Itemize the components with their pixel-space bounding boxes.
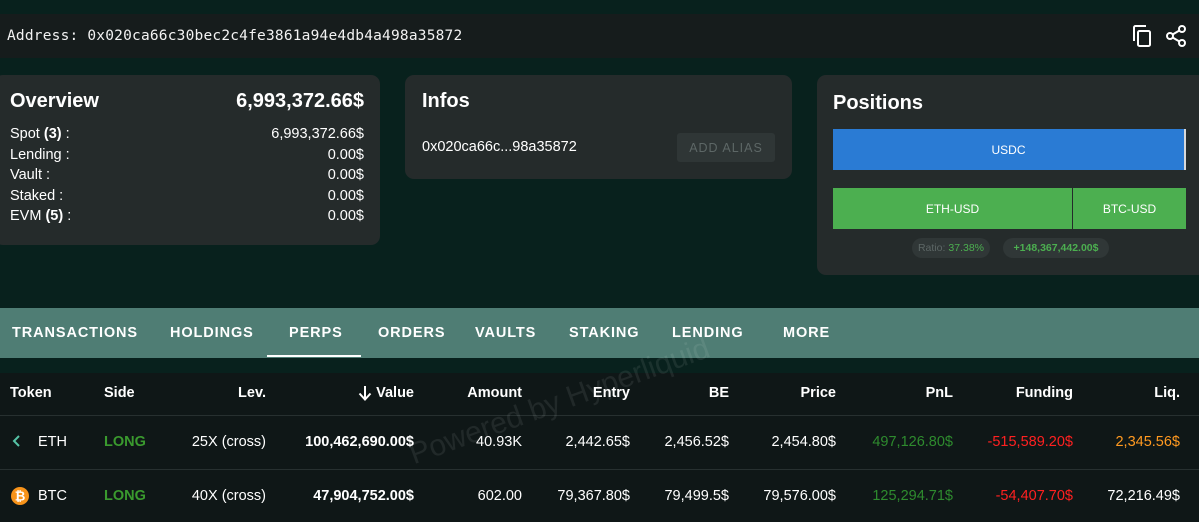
column-header-lev[interactable]: Lev.	[238, 385, 266, 401]
wallet-address: Address: 0x020ca66c30bec2c4fe3861a94e4db…	[7, 28, 463, 44]
overview-label: Staked :	[10, 188, 64, 204]
tab-orders[interactable]: ORDERS	[378, 308, 445, 358]
column-header-price[interactable]: Price	[801, 385, 836, 401]
row-divider	[0, 469, 1199, 470]
arrow-down-icon[interactable]	[357, 384, 373, 406]
row-token: ETH	[38, 434, 67, 450]
overview-label: EVM	[10, 208, 42, 224]
column-header-side[interactable]: Side	[104, 385, 135, 401]
ratio-label: Ratio:	[917, 242, 946, 254]
row-amount: 602.00	[477, 488, 522, 504]
overview-suffix: :	[63, 208, 72, 224]
eth-usd-position-bar[interactable]: ETH-USD	[833, 188, 1072, 229]
tab-bar: TRANSACTIONS HOLDINGS PERPS ORDERS VAULT…	[0, 308, 1199, 358]
row-leverage: 40X (cross)	[191, 488, 266, 504]
overview-row-staked: Staked : 0.00$	[10, 188, 364, 208]
column-header-pnl[interactable]: PnL	[926, 385, 953, 401]
row-value: 47,904,752.00$	[313, 488, 414, 504]
tab-lending[interactable]: LENDING	[672, 308, 744, 358]
perps-table: Token Side Lev. Value Amount Entry BE Pr…	[0, 373, 1199, 522]
overview-label: Spot	[10, 126, 40, 142]
usdc-allocation-bar[interactable]: USDC	[833, 129, 1186, 170]
row-token: BTC	[38, 488, 67, 504]
overview-value: 0.00$	[327, 208, 364, 224]
overview-label: Lending :	[10, 147, 70, 163]
overview-label: Vault :	[10, 167, 51, 183]
ratio-value: 37.38%	[948, 242, 985, 254]
overview-value: 0.00$	[327, 167, 364, 183]
tab-transactions[interactable]: TRANSACTIONS	[12, 308, 138, 358]
row-liquidation: 2,345.56$	[1115, 434, 1180, 450]
overview-value: 0.00$	[327, 188, 364, 204]
active-tab-indicator	[267, 355, 361, 357]
infos-card: Infos 0x020ca66c...98a35872 ADD ALIAS	[405, 75, 792, 179]
copy-icon[interactable]	[1130, 24, 1154, 48]
overview-count: (5)	[45, 208, 64, 224]
row-funding: -515,589.20$	[987, 434, 1073, 450]
infos-title: Infos	[422, 90, 470, 112]
svg-text:₿: ₿	[15, 489, 26, 504]
short-address: 0x020ca66c...98a35872	[422, 139, 577, 155]
tab-more[interactable]: MORE	[783, 308, 830, 358]
column-header-token[interactable]: Token	[10, 385, 52, 401]
total-pnl-badge: +148,367,442.00$	[1003, 238, 1109, 258]
overview-row-evm: EVM (5) : 0.00$	[10, 208, 364, 228]
tab-perps[interactable]: PERPS	[289, 308, 343, 358]
column-header-liq[interactable]: Liq.	[1154, 385, 1180, 401]
row-pnl: 497,126.80$	[872, 434, 953, 450]
column-header-amount[interactable]: Amount	[467, 385, 522, 401]
overview-title: Overview	[10, 90, 99, 112]
btc-usd-position-bar[interactable]: BTC-USD	[1073, 188, 1186, 229]
eth-token-icon	[12, 433, 22, 453]
row-leverage: 25X (cross)	[191, 434, 266, 450]
tab-vaults[interactable]: VAULTS	[475, 308, 536, 358]
overview-value: 0.00$	[327, 147, 364, 163]
row-price: 2,454.80$	[771, 434, 836, 450]
row-entry: 79,367.80$	[557, 488, 630, 504]
row-breakeven: 79,499.5$	[664, 488, 729, 504]
overview-count: (3)	[43, 126, 62, 142]
overview-row-vault: Vault : 0.00$	[10, 167, 364, 187]
overview-card: Overview 6,993,372.66$ Spot (3) : 6,993,…	[0, 75, 380, 245]
overview-value: 6,993,372.66$	[271, 126, 364, 142]
positions-card: Positions USDC ETH-USD BTC-USD Ratio: 37…	[817, 75, 1199, 275]
row-amount: 40.93K	[476, 434, 522, 450]
row-breakeven: 2,456.52$	[664, 434, 729, 450]
row-side: LONG	[104, 434, 146, 450]
row-funding: -54,407.70$	[995, 488, 1073, 504]
overview-row-lending: Lending : 0.00$	[10, 147, 364, 167]
positions-title: Positions	[833, 92, 924, 114]
share-icon[interactable]	[1164, 24, 1188, 48]
row-side: LONG	[104, 488, 146, 504]
column-header-be[interactable]: BE	[709, 385, 729, 401]
overview-suffix: :	[61, 126, 70, 142]
row-pnl: 125,294.71$	[872, 488, 953, 504]
ratio-badge: Ratio: 37.38%	[912, 238, 990, 258]
row-price: 79,576.00$	[763, 488, 836, 504]
add-alias-button[interactable]: ADD ALIAS	[677, 133, 775, 162]
overview-row-spot: Spot (3) : 6,993,372.66$	[10, 126, 364, 146]
row-entry: 2,442.65$	[565, 434, 630, 450]
address-bar: Address: 0x020ca66c30bec2c4fe3861a94e4db…	[0, 14, 1199, 58]
column-header-value[interactable]: Value	[376, 385, 414, 401]
row-divider	[0, 415, 1199, 416]
row-value: 100,462,690.00$	[305, 434, 414, 450]
row-liquidation: 72,216.49$	[1107, 488, 1180, 504]
btc-token-icon: ₿	[10, 486, 30, 510]
tab-holdings[interactable]: HOLDINGS	[170, 308, 254, 358]
column-header-funding[interactable]: Funding	[1016, 385, 1073, 401]
column-header-entry[interactable]: Entry	[593, 385, 630, 401]
overview-total: 6,993,372.66$	[236, 90, 364, 112]
tab-staking[interactable]: STAKING	[569, 308, 639, 358]
